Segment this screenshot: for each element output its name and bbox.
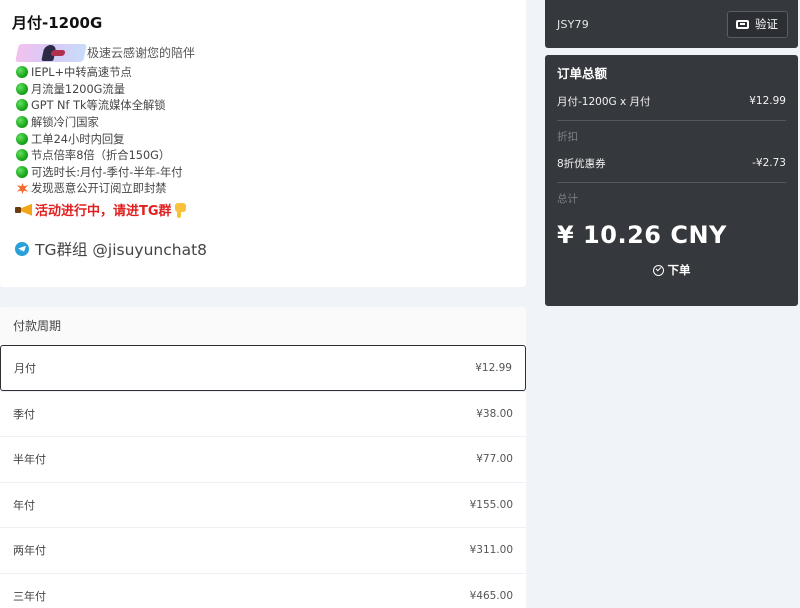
cycle-price: ¥155.00	[469, 498, 513, 511]
feature-item: GPT Nf Tk等流媒体全解锁	[12, 97, 514, 114]
cycle-option-half-year[interactable]: 半年付 ¥77.00	[0, 436, 526, 482]
feature-text: GPT Nf Tk等流媒体全解锁	[31, 99, 166, 113]
green-circle-icon	[16, 149, 28, 162]
green-circle-icon	[16, 99, 28, 112]
cycle-label: 半年付	[13, 453, 46, 467]
discount-label: 折扣	[557, 131, 578, 143]
discount-line: 8折优惠券 -¥2.73	[557, 154, 786, 172]
pointing-down-icon	[174, 202, 187, 218]
feature-list: IEPL+中转高速节点 月流量1200G流量 GPT Nf Tk等流媒体全解锁 …	[12, 64, 514, 197]
place-order-button[interactable]: 下单	[557, 259, 786, 281]
warning-item: 发现恶意公开订阅立即封禁	[12, 180, 514, 197]
cycle-option-monthly[interactable]: 月付 ¥12.99	[0, 345, 526, 391]
total-label: 总计	[557, 193, 578, 205]
summary-title: 订单总额	[557, 66, 608, 81]
feature-item: 工单24小时内回复	[12, 130, 514, 147]
cycle-price: ¥12.99	[475, 361, 512, 374]
feature-text: IEPL+中转高速节点	[31, 66, 132, 80]
billing-cycle-card: 付款周期 月付 ¥12.99 季付 ¥38.00 半年付 ¥77.00 年付 ¥…	[0, 307, 526, 608]
warning-text: 发现恶意公开订阅立即封禁	[31, 182, 167, 196]
promo-text: 活动进行中，请进TG群	[35, 204, 172, 220]
billing-cycle-header: 付款周期	[0, 307, 526, 345]
verify-label: 验证	[755, 17, 778, 31]
anime-banner-image	[15, 43, 87, 62]
product-title: 月付-1200G	[12, 14, 103, 32]
divider	[557, 120, 786, 121]
coupon-box: JSY79 验证	[545, 0, 798, 48]
coupon-name: 8折优惠券	[557, 157, 606, 170]
tg-group-text: TG群组 @jisuyunchat8	[35, 240, 208, 259]
cycle-price: ¥77.00	[476, 453, 513, 466]
green-circle-icon	[16, 66, 28, 79]
megaphone-icon	[15, 202, 33, 218]
feature-text: 解锁冷门国家	[31, 116, 99, 130]
banner-row: 极速云感谢您的陪伴	[12, 42, 514, 63]
ticket-icon	[736, 19, 749, 29]
green-circle-icon	[16, 116, 28, 129]
cycle-option-three-years[interactable]: 三年付 ¥465.00	[0, 572, 526, 608]
cycle-price: ¥311.00	[469, 544, 513, 557]
divider	[557, 182, 786, 183]
product-card: 月付-1200G 极速云感谢您的陪伴 IEPL+中转高速节点 月流量1200G流…	[0, 0, 526, 287]
collision-icon	[16, 182, 29, 195]
coupon-amount: -¥2.73	[752, 157, 786, 169]
checkout-page: 月付-1200G 极速云感谢您的陪伴 IEPL+中转高速节点 月流量1200G流…	[0, 0, 800, 608]
cycle-label: 年付	[13, 498, 35, 512]
green-circle-icon	[16, 82, 28, 95]
feature-item: 可选时长:月付-季付-半年-年付	[12, 164, 514, 181]
cycle-price: ¥465.00	[469, 589, 513, 602]
cycle-option-two-years[interactable]: 两年付 ¥311.00	[0, 527, 526, 573]
check-circle-icon	[652, 264, 664, 276]
feature-item: 节点倍率8倍（折合150G）	[12, 147, 514, 164]
feature-text: 可选时长:月付-季付-半年-年付	[31, 165, 183, 179]
cycle-label: 月付	[14, 361, 36, 375]
total-amount: ¥ 10.26 CNY	[557, 221, 727, 249]
cycle-label: 季付	[13, 407, 35, 421]
verify-coupon-button[interactable]: 验证	[727, 10, 788, 38]
line-item-price: ¥12.99	[749, 95, 786, 107]
cycle-label: 三年付	[13, 589, 46, 603]
banner-text: 极速云感谢您的陪伴	[87, 46, 196, 60]
telegram-icon	[15, 241, 29, 256]
green-circle-icon	[16, 132, 28, 145]
feature-text: 月流量1200G流量	[31, 82, 125, 96]
green-circle-icon	[16, 165, 28, 178]
cycle-label: 两年付	[13, 544, 46, 558]
summary-line-item: 月付-1200G x 月付 ¥12.99	[557, 92, 786, 110]
coupon-input[interactable]: JSY79	[557, 18, 589, 31]
feature-text: 节点倍率8倍（折合150G）	[31, 149, 171, 163]
cycle-option-quarterly[interactable]: 季付 ¥38.00	[0, 390, 526, 437]
feature-text: 工单24小时内回复	[31, 132, 125, 146]
line-item-name: 月付-1200G x 月付	[557, 95, 651, 108]
feature-item: 解锁冷门国家	[12, 114, 514, 131]
place-order-label: 下单	[667, 263, 691, 277]
order-summary: 订单总额 月付-1200G x 月付 ¥12.99 折扣 8折优惠券 -¥2.7…	[545, 55, 798, 306]
cycle-option-yearly[interactable]: 年付 ¥155.00	[0, 481, 526, 528]
feature-item: 月流量1200G流量	[12, 81, 514, 98]
tg-group-link[interactable]: TG群组 @jisuyunchat8	[12, 238, 514, 260]
cycle-price: ¥38.00	[476, 407, 513, 420]
promo-line: 活动进行中，请进TG群	[12, 199, 514, 221]
feature-item: IEPL+中转高速节点	[12, 64, 514, 81]
